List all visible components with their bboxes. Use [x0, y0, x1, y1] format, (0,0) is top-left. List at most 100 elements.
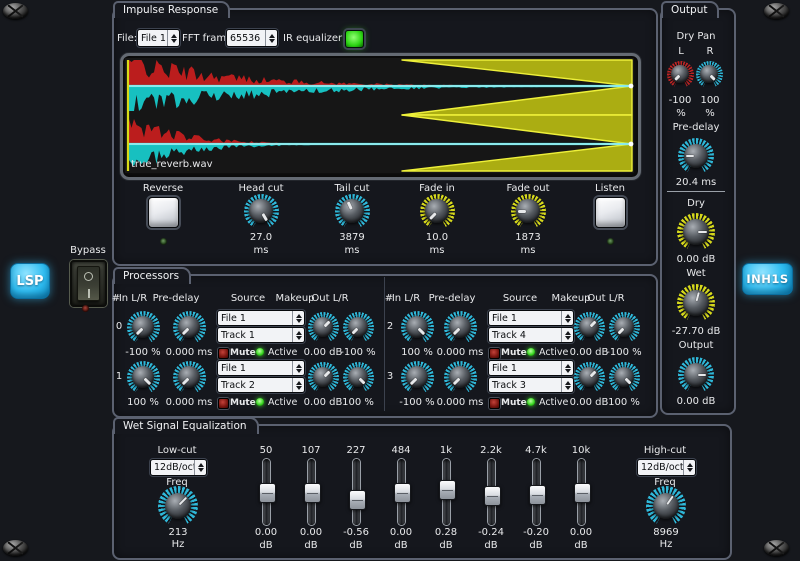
- eq-band-slider-thumb[interactable]: [439, 480, 456, 500]
- in-lr-value: 100 %: [127, 397, 159, 408]
- ir-control-label: Listen: [595, 183, 625, 194]
- eq-band-slider-thumb[interactable]: [304, 483, 321, 503]
- fade-out-knob[interactable]: [511, 194, 546, 229]
- source-track-select[interactable]: Track 1: [217, 327, 305, 343]
- source-file-select[interactable]: File 1: [217, 360, 305, 376]
- predelay-value: 20.4 ms: [676, 177, 716, 188]
- power-on-icon: [88, 289, 90, 298]
- ir-equalizer-toggle-button[interactable]: [345, 30, 364, 48]
- dry-pan-r-knob[interactable]: [696, 61, 723, 88]
- eq-panel: [112, 424, 732, 560]
- wet-knob[interactable]: [677, 284, 715, 322]
- out-lr-knob[interactable]: [609, 362, 640, 393]
- makeup-knob[interactable]: [574, 362, 605, 393]
- active-label: Active: [539, 347, 568, 358]
- source-file-select[interactable]: File 1: [488, 360, 574, 376]
- fade-in-knob[interactable]: [420, 194, 455, 229]
- spinner-arrows-icon[interactable]: [167, 30, 179, 46]
- pre-delay-value: 0.000 ms: [437, 397, 484, 408]
- eq-band-slider-thumb[interactable]: [574, 483, 591, 503]
- screw-icon: [764, 3, 789, 19]
- mute-button[interactable]: [218, 348, 229, 359]
- processors-header: Source: [503, 293, 537, 304]
- makeup-knob[interactable]: [308, 362, 339, 393]
- source-track-select[interactable]: Track 4: [488, 327, 574, 343]
- source-file-select-value: File 1: [218, 311, 292, 325]
- tab-impulse-response: Impulse Response: [113, 1, 230, 18]
- in-lr-knob[interactable]: [127, 311, 160, 344]
- in-lr-knob[interactable]: [401, 361, 434, 394]
- ir-control-unit: ms: [345, 245, 360, 256]
- head-cut-knob[interactable]: [244, 194, 279, 229]
- high-cut-freq-knob[interactable]: [646, 486, 686, 526]
- low-cut-slope-spinner[interactable]: 12dB/oct: [150, 459, 207, 476]
- dry-knob[interactable]: [677, 213, 715, 251]
- spinner-arrows-icon[interactable]: [292, 361, 304, 375]
- predelay-knob[interactable]: [678, 138, 714, 174]
- pre-delay-knob[interactable]: [444, 311, 477, 344]
- pan-left-unit: %: [676, 108, 686, 119]
- eq-band-gain-unit: dB: [394, 540, 407, 551]
- lsp-logo-button[interactable]: LSP: [10, 263, 50, 299]
- ir-control-value: 3879: [339, 232, 364, 243]
- source-track-select-value: Track 3: [489, 378, 561, 392]
- listen-button[interactable]: [595, 197, 626, 228]
- out-lr-value: 100 %: [342, 397, 374, 408]
- mute-button[interactable]: [218, 398, 229, 409]
- screw-icon: [764, 540, 789, 556]
- bypass-rocker: [77, 266, 100, 301]
- eq-band-slider-thumb[interactable]: [394, 483, 411, 503]
- eq-band-slider-thumb[interactable]: [484, 486, 501, 506]
- tail-cut-knob[interactable]: [335, 194, 370, 229]
- pre-delay-knob[interactable]: [173, 361, 206, 394]
- low-cut-freq-unit: Hz: [172, 539, 185, 550]
- reverse-led: [160, 238, 167, 245]
- out-lr-knob[interactable]: [343, 312, 374, 343]
- file-spinner[interactable]: File 1: [137, 29, 180, 47]
- eq-band-gain-value: -0.20: [523, 527, 549, 538]
- source-track-select-value: Track 4: [489, 328, 561, 342]
- in-lr-knob[interactable]: [401, 311, 434, 344]
- makeup-value: 0.00 dB: [570, 397, 609, 408]
- low-cut-label: Low-cut: [157, 445, 196, 456]
- out-lr-knob[interactable]: [609, 312, 640, 343]
- mute-button[interactable]: [489, 398, 500, 409]
- spinner-arrows-icon[interactable]: [265, 30, 277, 46]
- eq-band-slider-thumb[interactable]: [259, 483, 276, 503]
- eq-band-slider-thumb[interactable]: [349, 490, 366, 510]
- in-lr-knob[interactable]: [127, 361, 160, 394]
- mute-button[interactable]: [489, 348, 500, 359]
- eq-band-slider-thumb[interactable]: [529, 485, 546, 505]
- spinner-arrows-icon[interactable]: [292, 378, 304, 392]
- wet-label: Wet: [686, 268, 705, 279]
- high-cut-slope-spinner[interactable]: 12dB/oct: [637, 459, 696, 476]
- spinner-arrows-icon[interactable]: [194, 460, 206, 475]
- eq-band-gain-value: 0.28: [435, 527, 457, 538]
- eq-band-gain-unit: dB: [529, 540, 542, 551]
- makeup-knob[interactable]: [308, 312, 339, 343]
- low-cut-freq-knob[interactable]: [158, 486, 198, 526]
- eq-band-gain-value: 0.00: [255, 527, 277, 538]
- spinner-arrows-icon[interactable]: [683, 460, 695, 475]
- eq-band-freq-label: 4.7k: [525, 445, 547, 456]
- source-track-select[interactable]: Track 2: [217, 377, 305, 393]
- output-knob[interactable]: [678, 357, 714, 393]
- source-track-select[interactable]: Track 3: [488, 377, 574, 393]
- spinner-arrows-icon[interactable]: [292, 328, 304, 342]
- processors-header: In L/R: [392, 293, 420, 304]
- source-file-select[interactable]: File 1: [488, 310, 574, 326]
- source-track-select-value: Track 2: [218, 378, 292, 392]
- makeup-knob[interactable]: [574, 312, 605, 343]
- out-lr-knob[interactable]: [343, 362, 374, 393]
- eq-band-gain-value: 0.00: [390, 527, 412, 538]
- bypass-switch[interactable]: [70, 260, 107, 307]
- high-cut-freq-unit: Hz: [660, 539, 673, 550]
- spinner-arrows-icon[interactable]: [292, 311, 304, 325]
- pre-delay-knob[interactable]: [444, 361, 477, 394]
- eq-band-gain-unit: dB: [259, 540, 272, 551]
- source-file-select[interactable]: File 1: [217, 310, 305, 326]
- reverse-button[interactable]: [148, 197, 179, 228]
- fft-frame-spinner[interactable]: 65536: [226, 29, 278, 47]
- ir-equalizer-label: IR equalizer: [283, 33, 342, 44]
- pre-delay-knob[interactable]: [173, 311, 206, 344]
